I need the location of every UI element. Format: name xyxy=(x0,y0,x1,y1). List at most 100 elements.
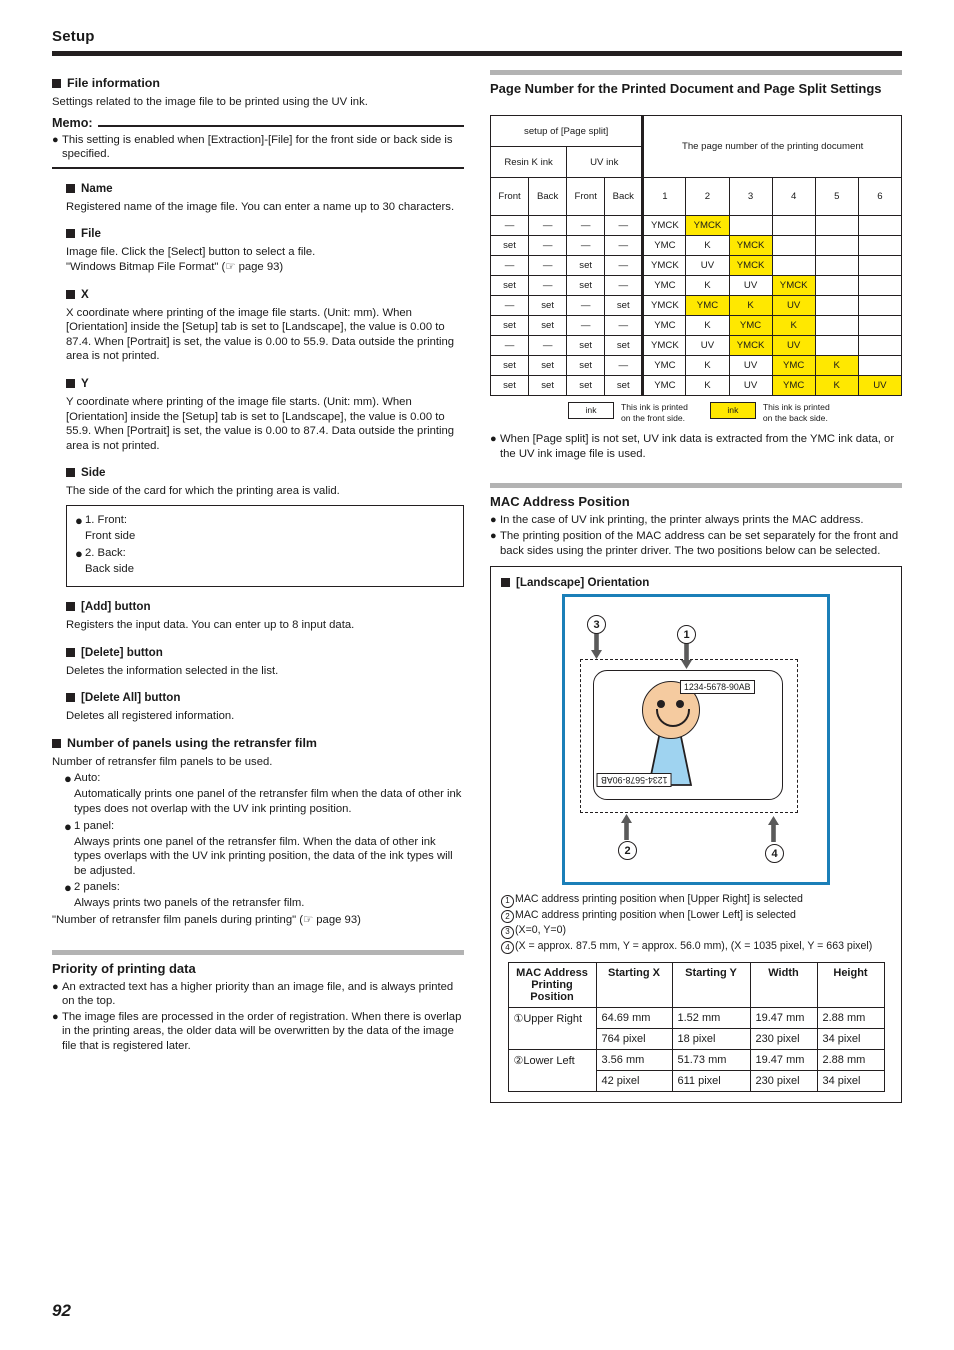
page-cell: YMCK xyxy=(728,335,773,356)
square-bullet-icon xyxy=(66,468,75,478)
side-options-box: ● 1. Front: Front side ● 2. Back: Back s… xyxy=(66,504,464,588)
panels-options: ● Auto: Automatically prints one panel o… xyxy=(64,771,464,911)
page-cell xyxy=(814,235,859,256)
legend-line-1: This ink is printed xyxy=(621,402,688,412)
heading-text: Y xyxy=(81,376,89,390)
callout-item: 2 MAC address printing position when [Lo… xyxy=(501,909,891,924)
page-split-note-text: When [Page split] is not set, UV ink dat… xyxy=(500,433,895,460)
heading-text: File information xyxy=(67,76,160,90)
ink-group-header: UV ink xyxy=(566,146,644,178)
group-header-pages: The page number of the printing document xyxy=(641,115,902,178)
priority-title: Priority of printing data xyxy=(52,960,196,976)
page-cell xyxy=(814,315,859,336)
mac-px-cell: 764 pixel xyxy=(595,1028,673,1051)
mac-mm-cell: 3.56 mm xyxy=(595,1049,673,1071)
table-header-row: Front Back Front Back 1 2 3 4 5 6 xyxy=(489,177,903,216)
table-row: set set — — YMC K YMC K xyxy=(489,315,903,336)
table-row: — — set — YMCK UV YMCK xyxy=(489,255,903,276)
bullet-icon: ● xyxy=(52,980,59,993)
mouth-icon xyxy=(656,709,690,728)
setup-cell: — xyxy=(604,255,644,276)
page-cell: YMC xyxy=(641,235,687,256)
setup-cell: — xyxy=(566,215,606,236)
mac-label-lower-left: 1234-5678-90AB xyxy=(597,773,672,788)
heading-text: X xyxy=(81,287,89,301)
landscape-orientation-box: [Landscape] Orientation 1234-5678-90AB 1… xyxy=(490,566,902,1104)
heading-y: Y xyxy=(66,376,464,391)
square-bullet-icon xyxy=(66,693,75,703)
file-information-intro: Settings related to the image file to be… xyxy=(52,96,368,108)
setup-cell: — xyxy=(489,255,530,276)
page-header-title: Setup xyxy=(52,28,95,45)
priority-item: ● An extracted text has a higher priorit… xyxy=(52,980,464,1009)
side-option-desc: Back side xyxy=(85,562,134,575)
square-bullet-icon xyxy=(66,647,75,657)
setup-cell: — xyxy=(528,215,568,236)
setup-cell: — xyxy=(489,295,530,316)
mac-table-header-cell: Width xyxy=(749,962,818,1009)
setup-cell: set xyxy=(489,375,530,396)
setup-cell: set xyxy=(566,275,606,296)
page-cell: K xyxy=(685,375,730,396)
page-cell: YMCK xyxy=(771,275,816,296)
mac-table-header-cell: MAC Address Printing Position xyxy=(507,962,597,1009)
heading-text: [Add] button xyxy=(81,600,151,614)
callout-number-glyph: 4 xyxy=(501,941,514,955)
page-cell: UV xyxy=(728,375,773,396)
page-cell: YMCK xyxy=(641,295,687,316)
setup-cell: — xyxy=(604,315,644,336)
setup-cell: — xyxy=(528,255,568,276)
table-row: setup of [Page split] The page number of … xyxy=(489,115,902,178)
side-option: ● 2. Back: xyxy=(75,546,453,561)
page-cell: K xyxy=(685,355,730,376)
file-body-1: Image file. Click the [Select] button to… xyxy=(66,246,316,259)
card-diagram: 1234-5678-90AB 1234-5678-90AB 3 1 2 4 xyxy=(562,594,830,886)
page-cell: YMC xyxy=(771,355,816,376)
square-bullet-icon xyxy=(52,738,61,748)
section-priority: Priority of printing data ● An extracted… xyxy=(52,949,464,1054)
setup-cell: set xyxy=(604,335,644,356)
arrow-down-icon-3 xyxy=(591,633,602,664)
memo-body: ● This setting is enabled when [Extracti… xyxy=(52,133,464,162)
arrow-up-icon-4 xyxy=(768,816,779,847)
section-mac-address: MAC Address Position ● In the case of UV… xyxy=(490,483,902,558)
page-header-cell: 3 xyxy=(728,177,773,216)
mac-px-cell: 34 pixel xyxy=(816,1070,885,1093)
legend-line-1: This ink is printed xyxy=(762,402,830,412)
setup-cell: set xyxy=(566,375,606,396)
callout-marker-1: 1 xyxy=(677,625,696,645)
setup-cell: — xyxy=(566,315,606,336)
page-cell xyxy=(814,215,859,236)
mac-mm-cell: 2.88 mm xyxy=(816,1049,885,1071)
heading-landscape-orientation: [Landscape] Orientation xyxy=(501,575,891,590)
setup-cell: set xyxy=(604,295,644,316)
panels-intro: Number of retransfer film panels to be u… xyxy=(52,755,273,768)
memo-bottom-rule xyxy=(52,166,464,169)
callout-item: 1 MAC address printing position when [Up… xyxy=(501,893,891,908)
page-split-title: Page Number for the Printed Document and… xyxy=(490,81,882,96)
setup-cell: — xyxy=(604,355,644,376)
mac-table-header-row: MAC Address Printing Position Starting XS… xyxy=(507,962,885,1009)
memo-header: Memo: xyxy=(52,116,464,130)
mac-table-header-cell: Starting Y xyxy=(671,962,751,1009)
left-column: File information Settings related to the… xyxy=(52,64,464,1055)
page-cell: YMCK xyxy=(641,255,687,276)
page-cell: YMC xyxy=(728,315,773,336)
setup-cell: set xyxy=(489,235,530,256)
callout-number-glyph: 1 xyxy=(501,894,514,908)
setup-cell: set xyxy=(528,375,568,396)
page-cell: YMC xyxy=(641,275,687,296)
memo-rule xyxy=(97,124,464,127)
file-subsections: Name Registered name of the image file. … xyxy=(66,181,464,724)
setup-cell: — xyxy=(528,235,568,256)
mac-bullet: ● In the case of UV ink printing, the pr… xyxy=(490,513,902,528)
heading-text: [Landscape] Orientation xyxy=(516,576,650,590)
table-row: set — — — YMC K YMCK xyxy=(489,235,903,256)
page-cell: YMC xyxy=(641,315,687,336)
page-cell: UV xyxy=(685,255,730,276)
page-cell: YMC xyxy=(771,375,816,396)
panels-option-desc: Always prints two panels of the retransf… xyxy=(74,897,305,910)
square-bullet-icon xyxy=(52,79,61,88)
callout-item: 4 (X = approx. 87.5 mm, Y = approx. 56.0… xyxy=(501,940,891,955)
legend-chip-front: ink xyxy=(568,402,614,419)
